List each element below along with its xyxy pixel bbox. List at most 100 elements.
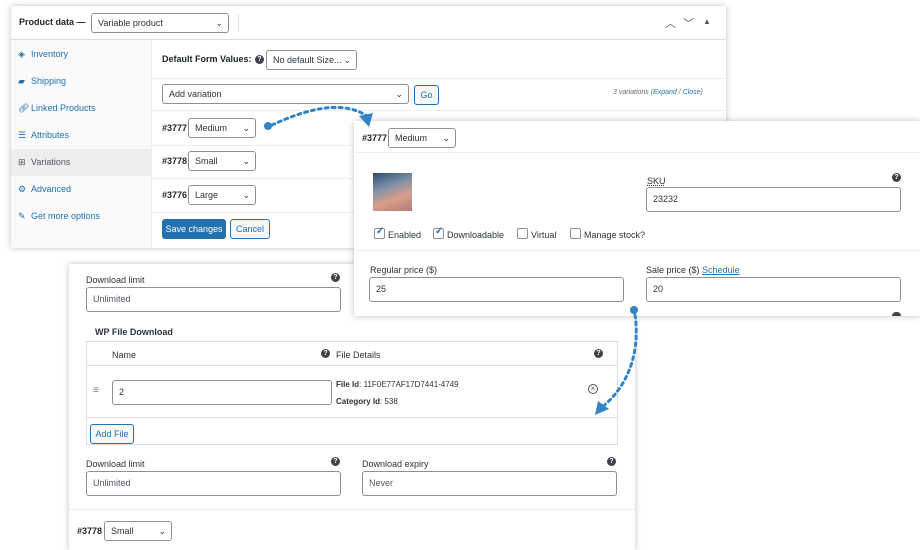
download-limit-label: Download limit <box>86 275 145 285</box>
variation-id: #3778 <box>77 526 103 536</box>
download-limit-label: Download limit <box>86 459 145 469</box>
save-changes-button[interactable]: Save changes <box>162 219 226 239</box>
drag-handle-icon[interactable]: ≡ <box>93 385 99 396</box>
help-icon: ? <box>255 55 264 64</box>
variation-size-value: Medium <box>195 123 228 133</box>
variation-size-select[interactable]: Medium ⌄ <box>188 118 256 138</box>
downloadable-label: Downloadable <box>447 230 505 240</box>
enabled-label: Enabled <box>388 230 422 240</box>
divider <box>152 110 726 111</box>
variation-size-value: Small <box>111 526 134 536</box>
sidebar-item-label: Advanced <box>31 184 72 194</box>
variation-id: #3777 <box>362 133 388 143</box>
sidebar-item-label: Inventory <box>31 49 69 59</box>
close-link[interactable]: Close <box>683 89 701 96</box>
help-icon: ? <box>321 349 330 358</box>
sidebar-item-shipping[interactable]: ▰ Shipping <box>11 68 151 95</box>
chevron-down-icon: ⌄ <box>242 190 250 200</box>
add-variation-value: Add variation <box>169 89 222 99</box>
file-id-value: : 11F0E77AF17D7441-4749 <box>359 380 459 389</box>
expand-link[interactable]: Expand <box>653 89 677 96</box>
sidebar-item-advanced[interactable]: ⚙ Advanced <box>11 176 151 203</box>
sku-input[interactable]: 23232 <box>646 187 901 212</box>
go-button[interactable]: Go <box>414 85 439 105</box>
sale-price-label: Sale price ($) Schedule <box>646 265 740 275</box>
move-down-icon[interactable]: ﹀ <box>683 15 694 31</box>
help-icon: ? <box>607 457 616 466</box>
file-name-input[interactable]: 2 <box>112 380 332 405</box>
product-type-value: Variable product <box>98 18 163 28</box>
regular-price-label: Regular price ($) <box>370 265 438 275</box>
default-size-select[interactable]: No default Size... ⌄ <box>266 50 357 70</box>
chevron-down-icon: ⌄ <box>395 89 403 99</box>
cancel-button[interactable]: Cancel <box>230 219 270 239</box>
inventory-icon: ◈ <box>18 49 25 59</box>
sidebar-item-label: Get more options <box>31 211 101 221</box>
wpfd-table: Name ? File Details ? ≡ 2 File Id: 11F0E… <box>86 341 618 445</box>
toggle-panel-icon[interactable]: ▲ <box>703 17 711 26</box>
category-id: Category Id: 538 <box>336 397 398 406</box>
sale-price-input[interactable]: 20 <box>646 277 901 302</box>
variation-size-select[interactable]: Medium ⌄ <box>388 128 456 148</box>
category-id-value: : 538 <box>380 397 398 406</box>
move-up-icon[interactable]: ︿ <box>665 15 676 31</box>
manage-stock-checkbox[interactable] <box>570 228 581 239</box>
downloadable-checkbox[interactable] <box>433 226 444 239</box>
download-expiry-input[interactable]: Never <box>362 471 617 496</box>
variation-size-value: Medium <box>395 133 428 143</box>
variation-size-select[interactable]: Large ⌄ <box>188 185 256 205</box>
variations-count: 3 variations (Expand / Close) <box>613 89 703 96</box>
file-id-label: File Id <box>336 380 360 389</box>
download-expiry-label: Download expiry <box>362 459 429 469</box>
grid-icon: ⊞ <box>18 157 26 167</box>
help-icon: ? <box>892 173 901 182</box>
virtual-checkbox[interactable] <box>517 228 528 239</box>
column-file-details: File Details <box>336 350 381 360</box>
panel-title: Product data — <box>19 17 86 27</box>
sidebar-item-get-more-options[interactable]: ✎ Get more options <box>11 203 151 230</box>
gear-icon: ⚙ <box>18 184 27 194</box>
variation-size-value: Large <box>195 190 219 200</box>
wpfd-title: WP File Download <box>95 327 173 337</box>
sidebar-item-inventory[interactable]: ◈ Inventory <box>11 41 151 68</box>
default-size-value: No default Size... <box>273 55 342 65</box>
divider <box>69 509 635 510</box>
panel-header: Product data — Variable product ⌄ ︿ ﹀ ▲ <box>11 6 726 40</box>
sidebar-item-label: Variations <box>31 157 71 167</box>
download-limit-input[interactable]: Unlimited <box>86 471 341 496</box>
schedule-link[interactable]: Schedule <box>702 265 740 275</box>
variations-count-text: 3 variations ( <box>613 89 654 96</box>
help-icon: ? <box>331 273 340 282</box>
chevron-down-icon: ⌄ <box>343 55 351 65</box>
variation-size-select[interactable]: Small ⌄ <box>188 151 256 171</box>
variation-image[interactable] <box>373 173 412 211</box>
product-type-select[interactable]: Variable product ⌄ <box>91 13 229 33</box>
remove-file-icon[interactable]: × <box>588 384 598 394</box>
add-file-button[interactable]: Add File <box>90 424 134 444</box>
truck-icon: ▰ <box>18 76 25 86</box>
default-form-values-label: Default Form Values: <box>162 54 252 64</box>
list-icon: ☰ <box>18 130 27 140</box>
enabled-checkbox[interactable] <box>374 226 385 239</box>
chevron-down-icon: ⌄ <box>442 133 450 143</box>
variation-size-select[interactable]: Small ⌄ <box>104 521 172 541</box>
regular-price-input[interactable]: 25 <box>369 277 624 302</box>
sku-label: SKU <box>647 176 666 186</box>
download-limit-input[interactable]: Unlimited <box>86 287 341 312</box>
sidebar-item-linked-products[interactable]: 🔗︎ Linked Products <box>11 95 151 122</box>
divider <box>152 78 726 79</box>
sidebar-item-label: Shipping <box>31 76 67 86</box>
sidebar-item-label: Attributes <box>31 130 70 140</box>
link-icon: 🔗︎ <box>18 103 30 113</box>
help-icon: ? <box>331 457 340 466</box>
variation-detail-panel: #3777 Medium ⌄ SKU ? 23232 Enabled Downl… <box>354 121 920 316</box>
variation-detail-header: #3777 Medium ⌄ <box>354 121 920 153</box>
table-header: Name ? File Details ? <box>87 342 617 366</box>
table-row: ≡ 2 File Id: 11F0E77AF17D7441-4749 Categ… <box>87 367 617 418</box>
sidebar-item-variations[interactable]: ⊞ Variations <box>11 149 151 176</box>
sidebar-item-attributes[interactable]: ☰ Attributes <box>11 122 151 149</box>
divider <box>238 14 239 32</box>
add-variation-select[interactable]: Add variation ⌄ <box>162 84 409 104</box>
column-name: Name <box>112 350 137 360</box>
variations-count-end: ) <box>700 89 703 96</box>
